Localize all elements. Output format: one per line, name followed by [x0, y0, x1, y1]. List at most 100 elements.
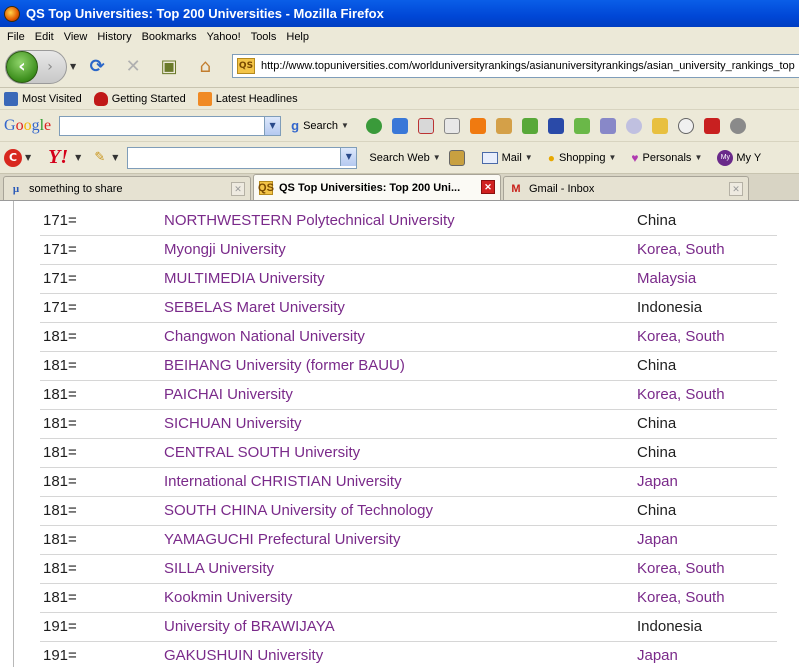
search-web-dropdown-icon[interactable]: ▼: [433, 153, 441, 162]
university-link[interactable]: Kookmin University: [164, 589, 292, 606]
menu-file[interactable]: File: [2, 31, 30, 43]
add-bookmark-icon[interactable]: ▣: [157, 55, 181, 79]
plus-icon[interactable]: [391, 117, 408, 134]
university-link[interactable]: SILLA University: [164, 560, 274, 577]
tab-gmail-inbox[interactable]: M Gmail - Inbox ✕: [503, 176, 749, 200]
settings-icon[interactable]: [729, 117, 746, 134]
university-link[interactable]: Changwon National University: [164, 328, 365, 345]
qs-icon: QS: [258, 180, 274, 195]
university-link[interactable]: SOUTH CHINA University of Technology: [164, 502, 433, 519]
university-link[interactable]: CENTRAL SOUTH University: [164, 444, 360, 461]
pencil-dropdown-icon[interactable]: ▼: [112, 153, 118, 162]
bookmark-getting-started[interactable]: Getting Started: [93, 91, 186, 106]
google-toolbar: Google ▼ g Search ▼: [0, 110, 799, 142]
pagerank-icon[interactable]: [365, 117, 382, 134]
menu-help[interactable]: Help: [281, 31, 314, 43]
university-link[interactable]: Myongji University: [164, 241, 286, 258]
bookmark-most-visited[interactable]: Most Visited: [4, 91, 82, 106]
yahoo-mail-button[interactable]: Mail ▼: [481, 151, 536, 164]
university-link[interactable]: GAKUSHUIN University: [164, 647, 323, 664]
forward-button[interactable]: ›: [38, 55, 62, 79]
country-link[interactable]: Korea, South: [637, 241, 725, 258]
yahoo-logo-dropdown-icon[interactable]: ▼: [75, 153, 81, 162]
pencil-icon[interactable]: ✎: [94, 150, 105, 165]
notebook-icon[interactable]: [495, 117, 512, 134]
country-link[interactable]: Japan: [637, 647, 678, 664]
menu-bar: File Edit View History Bookmarks Yahoo! …: [0, 27, 799, 46]
country-link[interactable]: Korea, South: [637, 589, 725, 606]
back-button[interactable]: ‹: [6, 50, 38, 83]
university-link[interactable]: SICHUAN University: [164, 415, 302, 432]
yahoo-menu-dropdown-icon[interactable]: ▼: [25, 153, 31, 162]
autofill-icon[interactable]: [677, 117, 694, 134]
yahoo-search-input[interactable]: ▼: [127, 146, 358, 169]
university-link[interactable]: SEBELAS Maret University: [164, 299, 345, 316]
menu-view[interactable]: View: [59, 31, 93, 43]
home-icon[interactable]: ⌂: [193, 55, 217, 79]
stop-icon[interactable]: ✕: [121, 55, 145, 79]
scholar-icon[interactable]: [547, 117, 564, 134]
country-link[interactable]: Korea, South: [637, 560, 725, 577]
rank-cell: 181=: [43, 502, 77, 519]
rank-cell: 181=: [43, 444, 77, 461]
google-search-options-icon[interactable]: ▼: [341, 121, 349, 130]
close-tab-icon[interactable]: ✕: [729, 182, 743, 196]
country-link[interactable]: Malaysia: [637, 270, 696, 287]
tab-label: Gmail - Inbox: [529, 182, 595, 195]
translate-icon[interactable]: [599, 117, 616, 134]
yahoo-companion-icon[interactable]: C: [4, 148, 22, 167]
rank-cell: 191=: [43, 647, 77, 664]
menu-edit[interactable]: Edit: [30, 31, 59, 43]
university-link[interactable]: University of BRAWIJAYA: [164, 618, 335, 635]
calendar-icon[interactable]: [443, 117, 460, 134]
yahoo-personals-button[interactable]: ♥ Personals ▼: [631, 151, 705, 165]
menu-bookmarks[interactable]: Bookmarks: [137, 31, 202, 43]
country-link[interactable]: Korea, South: [637, 386, 725, 403]
country-link[interactable]: Japan: [637, 531, 678, 548]
personals-dropdown-icon[interactable]: ▼: [694, 153, 702, 162]
google-search-input[interactable]: ▼: [59, 115, 282, 136]
close-tab-icon[interactable]: ✕: [481, 180, 495, 194]
university-link[interactable]: NORTHWESTERN Polytechnical University: [164, 212, 455, 229]
shopping-dropdown-icon[interactable]: ▼: [608, 153, 616, 162]
tab-something-to-share[interactable]: μ something to share ✕: [3, 176, 251, 200]
history-dropdown-icon[interactable]: ▼: [70, 62, 76, 71]
menu-history[interactable]: History: [92, 31, 136, 43]
menu-tools[interactable]: Tools: [246, 31, 282, 43]
url-bar[interactable]: QS http://www.topuniversities.com/worldu…: [232, 54, 799, 78]
bookmarks-icon[interactable]: [521, 117, 538, 134]
table-row: 191= GAKUSHUIN University Japan: [40, 642, 777, 667]
reload-icon[interactable]: ⟳: [85, 55, 109, 79]
yahoo-search-dropdown-icon[interactable]: ▼: [340, 147, 357, 166]
google-search-dropdown-icon[interactable]: ▼: [264, 116, 281, 135]
university-link[interactable]: MULTIMEDIA University: [164, 270, 325, 287]
close-tab-icon[interactable]: ✕: [231, 182, 245, 196]
tab-qs-top-universities[interactable]: QS QS Top Universities: Top 200 Uni... ✕: [253, 174, 501, 200]
yahoo-search-web-button[interactable]: Search Web ▼: [369, 152, 443, 164]
country-link[interactable]: Korea, South: [637, 328, 725, 345]
gmail-toolbar-icon[interactable]: [417, 117, 434, 134]
menu-yahoo[interactable]: Yahoo!: [202, 31, 246, 43]
university-link[interactable]: International CHRISTIAN University: [164, 473, 402, 490]
university-link[interactable]: PAICHAI University: [164, 386, 293, 403]
google-logo[interactable]: Google: [4, 117, 51, 135]
yahoo-shopping-button[interactable]: ● Shopping ▼: [548, 151, 620, 165]
blogger-icon[interactable]: [469, 117, 486, 134]
university-link[interactable]: BEIHANG University (former BAUU): [164, 357, 405, 374]
mail-dropdown-icon[interactable]: ▼: [525, 153, 533, 162]
youtube-icon[interactable]: [703, 117, 720, 134]
university-link[interactable]: YAMAGUCHI Prefectural University: [164, 531, 400, 548]
google-search-button[interactable]: g Search ▼: [291, 118, 352, 133]
talk-icon[interactable]: [625, 117, 642, 134]
country-link[interactable]: Japan: [637, 473, 678, 490]
tab-strip: μ something to share ✕ QS QS Top Univers…: [0, 174, 799, 201]
shield-icon[interactable]: [448, 149, 465, 166]
url-text[interactable]: http://www.topuniversities.com/worlduniv…: [261, 60, 795, 72]
yahoo-logo[interactable]: Y!: [48, 146, 68, 169]
bookmark-latest-headlines[interactable]: Latest Headlines: [197, 91, 298, 106]
picasa-icon[interactable]: [573, 117, 590, 134]
highlight-icon[interactable]: [651, 117, 668, 134]
my-yahoo-label: My Y: [736, 151, 762, 164]
my-yahoo-button[interactable]: My My Y: [717, 149, 762, 166]
gmail-icon: M: [511, 182, 521, 195]
